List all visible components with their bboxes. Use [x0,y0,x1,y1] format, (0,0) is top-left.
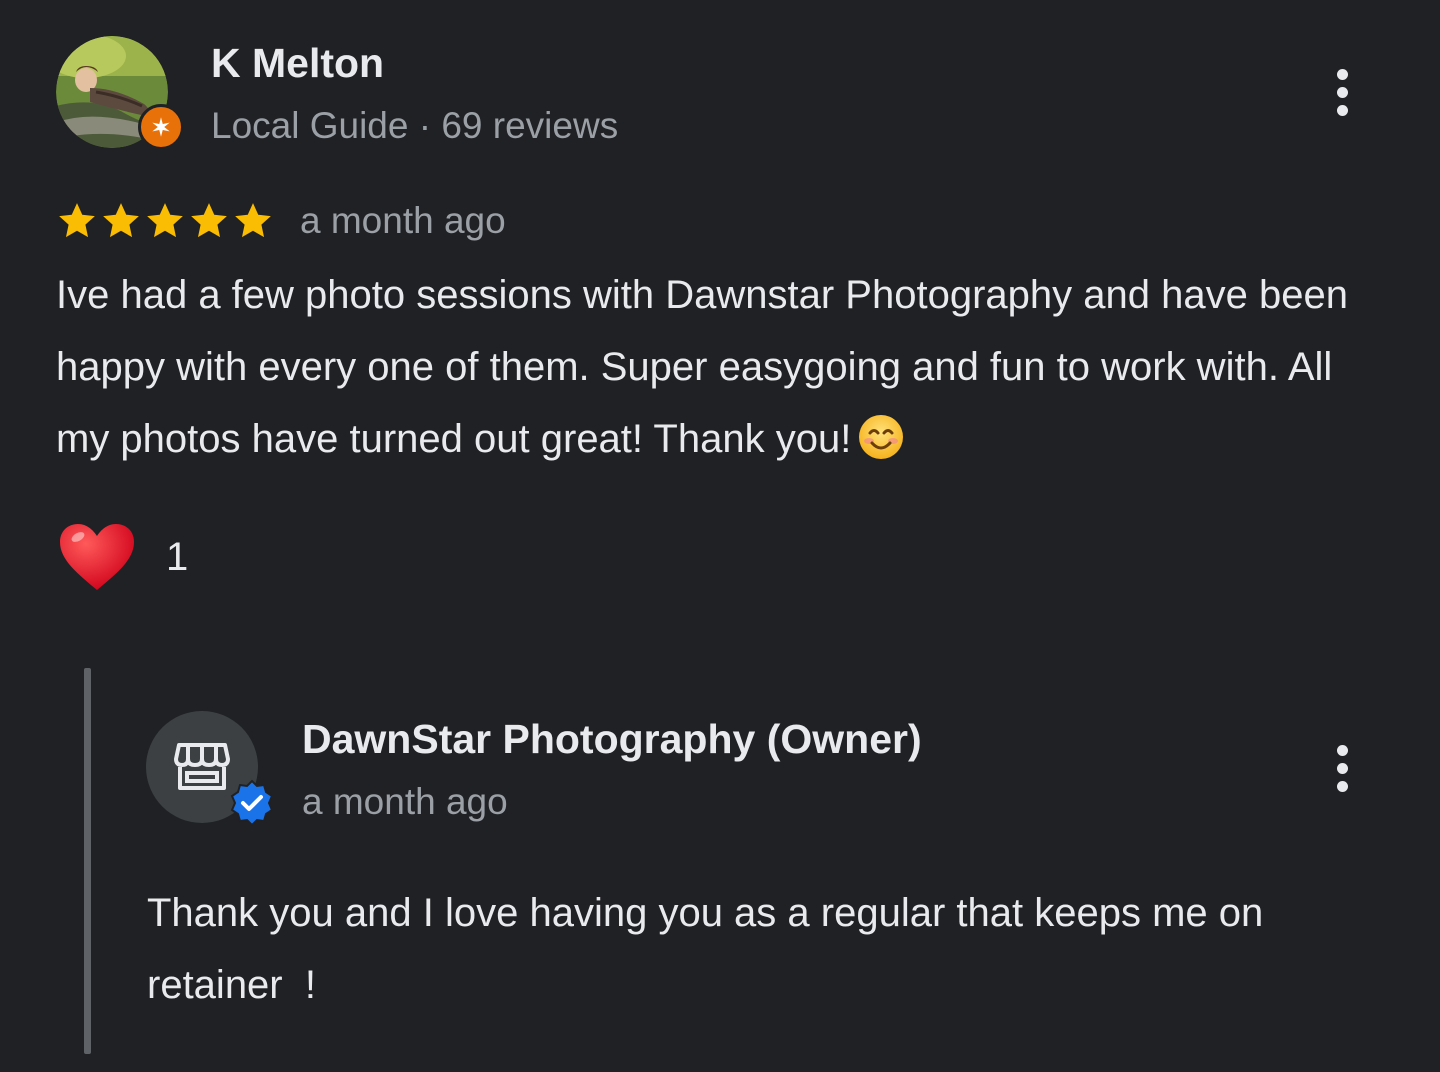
reply-timestamp: a month ago [302,781,508,822]
reply-more-options-button[interactable] [1322,736,1362,800]
star-rating [56,200,274,242]
more-vert-icon-dot [1336,86,1348,98]
more-vert-icon-dot [1336,762,1348,774]
owner-avatar-container[interactable] [146,711,274,827]
local-guide-badge [138,104,184,150]
reviewer-meta[interactable]: Local Guide · 69 reviews [211,104,618,148]
verified-check-icon [230,779,274,827]
reviewer-avatar-container[interactable] [56,36,184,150]
review-body-text: Ive had a few photo sessions with Dawnst… [56,273,1348,461]
storefront-icon [174,743,230,790]
more-vert-icon-dot [1336,780,1348,792]
more-vert-icon-dot [1336,104,1348,116]
local-guide-star-icon [152,117,170,137]
review-more-options-button[interactable] [1322,60,1362,124]
more-vert-icon [1336,744,1348,756]
star-icon [147,203,183,238]
reaction-button[interactable]: 1 [58,522,188,592]
heart-icon [60,524,134,590]
review-timestamp: a month ago [300,200,506,241]
reply-text: Thank you and I love having you as a reg… [147,891,1275,1007]
star-icon [103,203,139,238]
reaction-count: 1 [166,535,189,579]
review-card: K Melton Local Guide · 69 reviews a mont… [0,0,1440,1072]
more-vert-icon [1336,68,1348,80]
reviewer-name[interactable]: K Melton [211,40,384,86]
star-icon [59,203,95,238]
reply-divider [84,668,91,1054]
star-icon [235,203,271,238]
star-icon [191,203,227,238]
owner-name[interactable]: DawnStar Photography (Owner) [302,716,922,762]
review-text: Ive had a few photo sessions with Dawnst… [56,259,1396,475]
smiling-face-icon [859,415,904,459]
